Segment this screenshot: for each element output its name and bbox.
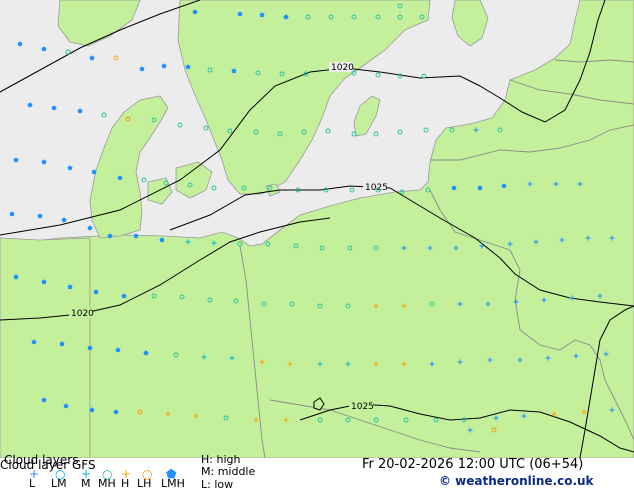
isobar-label-1020-top: 1020 <box>331 63 354 73</box>
isobar-label-1025-bottom: 1025 <box>351 402 374 412</box>
legend-label-lm: LM <box>51 477 67 490</box>
legend-label-h: H <box>121 477 130 490</box>
footer-panel: Cloud layers Cloud layer GFS + ○ + ○ + ○… <box>0 453 634 491</box>
level-middle-text: M: middle <box>201 465 256 478</box>
copyright-link[interactable]: © weatheronline.co.uk <box>439 474 594 488</box>
datetime-text: Fr 20-02-2026 12:00 UTC (06+54) <box>362 457 584 472</box>
legend-label-l: L <box>29 477 36 490</box>
legend-label-m: M <box>81 477 91 490</box>
legend-label-lh: LH <box>137 477 152 490</box>
weather-map: 1020 1025 1020 1025 <box>0 0 634 458</box>
left-land <box>0 237 91 458</box>
legend-label-lmh: LMH <box>161 477 185 490</box>
legend-label-mh: MH <box>98 477 116 490</box>
isobar-label-1020-left: 1020 <box>71 309 94 319</box>
